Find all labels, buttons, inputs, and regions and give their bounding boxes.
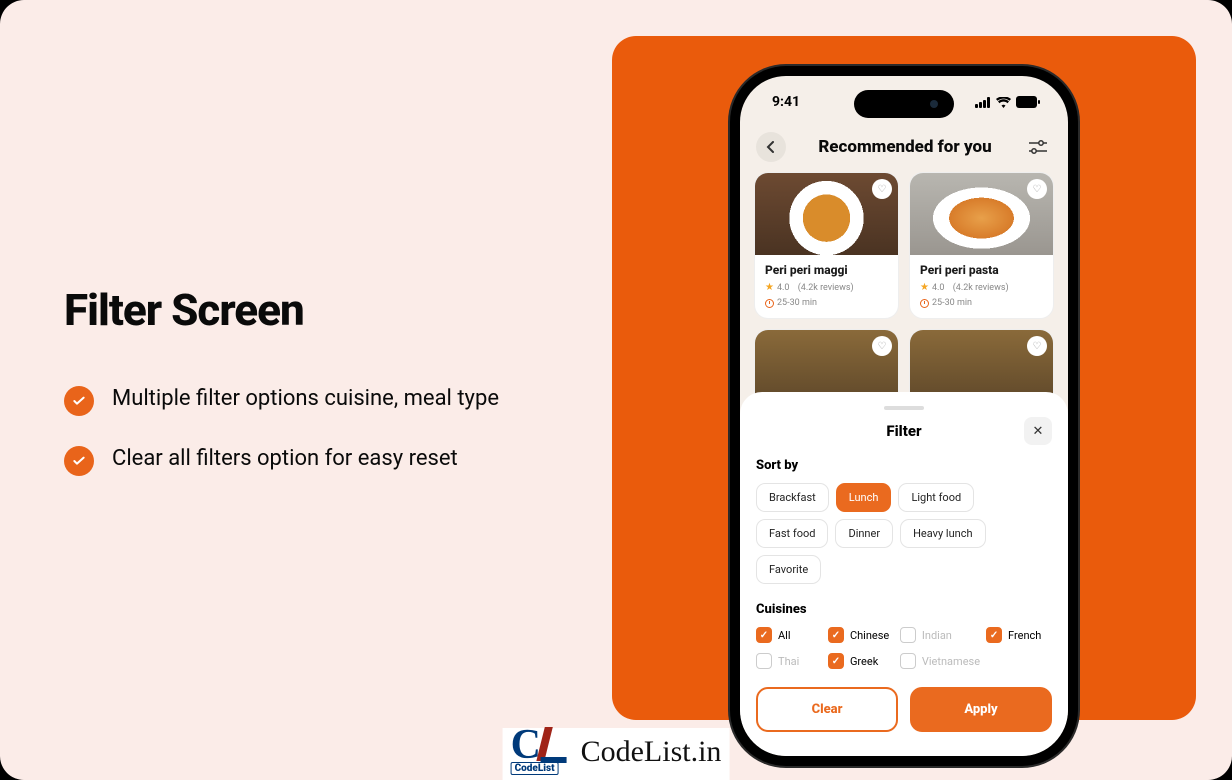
sort-chip[interactable]: Brackfast — [756, 483, 829, 512]
checkbox[interactable] — [828, 653, 844, 669]
recommendation-grid: ♡ Peri peri maggi ★4.0 (4.2k reviews) 25… — [754, 172, 1054, 413]
cuisine-label: Thai — [778, 655, 799, 668]
feature-item: Clear all filters option for easy reset — [64, 444, 584, 476]
sort-chips: BrackfastLunchLight food Fast foodDinnerH… — [756, 483, 1052, 584]
sort-chip[interactable]: Fast food — [756, 519, 828, 548]
checkbox[interactable] — [756, 627, 772, 643]
favorite-icon[interactable]: ♡ — [1027, 179, 1047, 199]
check-icon — [64, 446, 94, 476]
food-title: Peri peri maggi — [765, 263, 888, 277]
sort-by-label: Sort by — [756, 458, 1052, 473]
sort-chip[interactable]: Light food — [898, 483, 974, 512]
clock-icon — [765, 299, 774, 308]
appbar-title: Recommended for you — [818, 137, 991, 157]
cuisine-option[interactable]: French — [986, 627, 1052, 643]
logo-text: CodeList.in — [581, 735, 722, 769]
food-image: ♡ — [755, 173, 898, 255]
sheet-handle[interactable] — [884, 406, 924, 410]
checkbox[interactable] — [900, 627, 916, 643]
cuisines-grid: All Chinese Indian French Thai Greek Vietnames… — [756, 627, 1052, 669]
food-time: 25-30 min — [765, 298, 888, 308]
food-rating: ★4.0 (4.2k reviews) — [765, 282, 888, 293]
back-button[interactable] — [756, 132, 786, 162]
food-image: ♡ — [910, 173, 1053, 255]
sheet-title: Filter — [886, 422, 921, 440]
checkbox[interactable] — [828, 627, 844, 643]
checkbox[interactable] — [986, 627, 1002, 643]
left-column: Filter Screen Multiple filter options cu… — [64, 284, 584, 476]
canvas: Filter Screen Multiple filter options cu… — [0, 0, 1232, 780]
feature-list: Multiple filter options cuisine, meal ty… — [64, 384, 584, 476]
app-bar: Recommended for you — [740, 132, 1068, 162]
dynamic-island — [854, 90, 954, 118]
sort-chip[interactable]: Lunch — [836, 483, 892, 512]
cuisine-option[interactable]: Chinese — [828, 627, 894, 643]
cuisine-option[interactable]: Thai — [756, 653, 822, 669]
phone-frame: 9:41 Recommended for you — [730, 66, 1078, 766]
phone-screen: 9:41 Recommended for you — [740, 76, 1068, 756]
status-icons — [975, 96, 1040, 108]
cuisine-label: All — [778, 629, 791, 642]
cuisines-label: Cuisines — [756, 602, 1052, 617]
food-card[interactable]: ♡ Peri peri pasta ★4.0 (4.2k reviews) 25… — [909, 172, 1054, 319]
food-time: 25-30 min — [920, 298, 1043, 308]
apply-button[interactable]: Apply — [910, 687, 1052, 732]
cuisine-label: Greek — [850, 655, 878, 668]
cuisine-label: Vietnamese — [922, 655, 980, 668]
wifi-icon — [996, 97, 1011, 108]
favorite-icon[interactable]: ♡ — [872, 179, 892, 199]
sort-chip[interactable]: Heavy lunch — [900, 519, 985, 548]
close-button[interactable]: ✕ — [1024, 417, 1052, 445]
food-title: Peri peri pasta — [920, 263, 1043, 277]
filter-icon[interactable] — [1024, 133, 1052, 161]
checkbox[interactable] — [756, 653, 772, 669]
signal-icon — [975, 97, 991, 108]
cuisine-option[interactable]: Greek — [828, 653, 894, 669]
food-card[interactable]: ♡ Peri peri maggi ★4.0 (4.2k reviews) 25… — [754, 172, 899, 319]
cuisine-option[interactable]: All — [756, 627, 822, 643]
sheet-actions: Clear Apply — [756, 687, 1052, 732]
status-time: 9:41 — [772, 94, 800, 110]
battery-icon — [1016, 96, 1040, 108]
sort-chip[interactable]: Favorite — [756, 555, 821, 584]
food-rating: ★4.0 (4.2k reviews) — [920, 282, 1043, 293]
feature-text: Multiple filter options cuisine, meal ty… — [112, 384, 499, 414]
cuisine-label: Indian — [922, 629, 952, 642]
checkbox[interactable] — [900, 653, 916, 669]
logo-mark: C CodeList — [511, 728, 575, 776]
star-icon: ★ — [920, 282, 929, 293]
favorite-icon[interactable]: ♡ — [872, 336, 892, 356]
logo: C CodeList CodeList.in — [503, 728, 730, 780]
page-title: Filter Screen — [64, 284, 584, 336]
favorite-icon[interactable]: ♡ — [1027, 336, 1047, 356]
preview-panel: 9:41 Recommended for you — [612, 36, 1196, 720]
check-icon — [64, 386, 94, 416]
cuisine-option[interactable]: Vietnamese — [900, 653, 980, 669]
filter-sheet: Filter ✕ Sort by BrackfastLunchLight foo… — [740, 392, 1068, 756]
clock-icon — [920, 299, 929, 308]
star-icon: ★ — [765, 282, 774, 293]
sort-chip[interactable]: Dinner — [835, 519, 893, 548]
feature-text: Clear all filters option for easy reset — [112, 444, 458, 474]
clear-button[interactable]: Clear — [756, 687, 898, 732]
feature-item: Multiple filter options cuisine, meal ty… — [64, 384, 584, 416]
cuisine-label: French — [1008, 629, 1041, 642]
cuisine-label: Chinese — [850, 629, 889, 642]
cuisine-option[interactable]: Indian — [900, 627, 980, 643]
